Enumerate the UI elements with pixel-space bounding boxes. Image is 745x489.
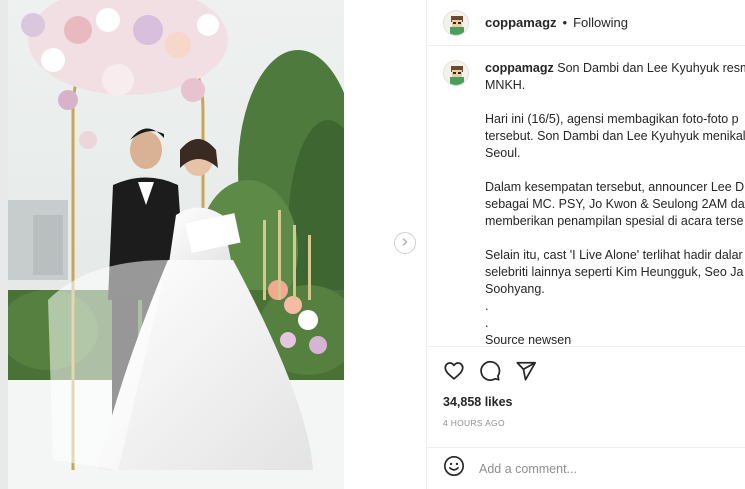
caption-line: . bbox=[485, 316, 489, 330]
post-timestamp[interactable]: 4 HOURS AGO bbox=[443, 418, 730, 428]
caption-line: memberikan penampilan spesial di acara t… bbox=[485, 214, 744, 228]
post-photo[interactable] bbox=[8, 0, 344, 489]
caption-line: selebriti lainnya seperti Kim Heungguk, … bbox=[485, 265, 744, 279]
post-side-panel: coppamagz • Following coppamagz Son Damb… bbox=[426, 0, 745, 489]
caption-line: MNKH. bbox=[485, 78, 526, 92]
caption-username[interactable]: coppamagz bbox=[485, 61, 554, 75]
caption-line: Source newsen bbox=[485, 333, 572, 345]
action-icons bbox=[443, 359, 730, 383]
comment-input[interactable] bbox=[479, 461, 719, 476]
caption-line: sebagai MC. PSY, Jo Kwon & Seulong 2AM d… bbox=[485, 197, 745, 211]
chevron-right-icon bbox=[400, 234, 410, 252]
comment-icon[interactable] bbox=[479, 360, 501, 382]
caption-line: . bbox=[485, 299, 489, 313]
post-header: coppamagz • Following bbox=[427, 0, 745, 46]
caption-line: Seoul. bbox=[485, 146, 521, 160]
caption-row: coppamagz Son Dambi dan Lee Kyuhyuk resm… bbox=[443, 60, 745, 345]
avatar[interactable] bbox=[443, 60, 469, 86]
like-count[interactable]: 34,858 likes bbox=[443, 395, 730, 409]
separator-dot: • bbox=[562, 15, 568, 30]
caption-line: Dalam kesempatan tersebut, announcer Lee… bbox=[485, 180, 745, 194]
smiley-icon[interactable] bbox=[443, 455, 465, 482]
add-comment-bar bbox=[427, 447, 745, 489]
next-photo-button[interactable] bbox=[394, 232, 416, 254]
caption-line: Hari ini (16/5), agensi membagikan foto-… bbox=[485, 112, 739, 126]
caption-line: coppamagz Son Dambi dan Lee Kyuhyuk resm bbox=[485, 61, 745, 75]
caption-line: Selain itu, cast 'I Live Alone' terlihat… bbox=[485, 248, 743, 262]
caption-line: Soohyang. bbox=[485, 282, 545, 296]
paper-plane-icon[interactable] bbox=[515, 360, 537, 382]
avatar[interactable] bbox=[443, 9, 469, 36]
following-button[interactable]: Following bbox=[573, 15, 628, 30]
caption-area: coppamagz Son Dambi dan Lee Kyuhyuk resm… bbox=[427, 60, 745, 345]
wedding-photo-image bbox=[8, 0, 344, 489]
heart-icon[interactable] bbox=[443, 360, 465, 382]
post-actions: 34,858 likes 4 HOURS AGO bbox=[427, 346, 745, 428]
caption-text: coppamagz Son Dambi dan Lee Kyuhyuk resm… bbox=[485, 60, 745, 345]
caption-line: tersebut. Son Dambi dan Lee Kyuhyuk meni… bbox=[485, 129, 745, 143]
username-link[interactable]: coppamagz bbox=[485, 15, 557, 30]
